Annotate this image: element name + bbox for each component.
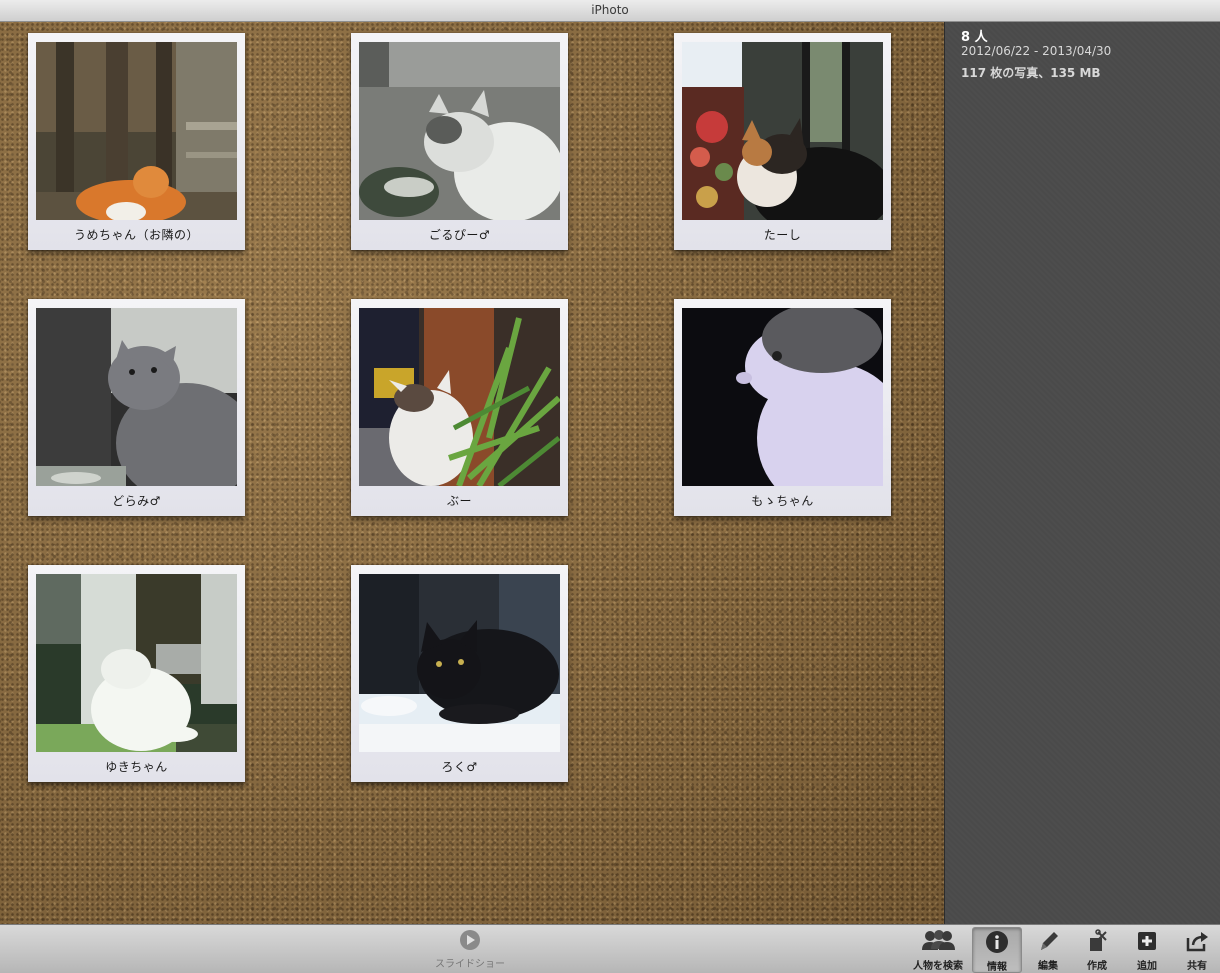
face-name: うめちゃん（お隣の） (73, 228, 199, 242)
edit-label: 編集 (1038, 961, 1058, 972)
share-icon (1184, 928, 1210, 954)
face-photo[interactable] (36, 574, 237, 752)
share-label: 共有 (1187, 961, 1207, 972)
info-button[interactable]: 情報 (972, 927, 1022, 973)
add-button[interactable]: 追加 (1125, 927, 1169, 972)
share-button[interactable]: 共有 (1175, 927, 1219, 972)
face-card[interactable]: たーし (674, 33, 891, 250)
people-icon (922, 928, 955, 954)
face-card[interactable]: ろく♂ (351, 565, 568, 782)
face-card[interactable]: もゝちゃん (674, 299, 891, 516)
bottom-toolbar: スライドショー 人物を検索 情報 編集 作成 追加 共有 (0, 924, 1220, 973)
window-title: iPhoto (591, 3, 629, 17)
photo-stats: 117 枚の写真、135 MB (961, 66, 1101, 80)
date-range: 2012/06/22 - 2013/04/30 (961, 44, 1112, 58)
face-photo[interactable] (36, 308, 237, 486)
faces-corkboard: うめちゃん（お隣の） ごるぴー♂ たーし どらみ♂ ぶー もゝちゃん ゆきちゃん… (0, 22, 944, 924)
info-label: 情報 (987, 962, 1007, 973)
face-photo[interactable] (359, 308, 560, 486)
add-icon (1134, 928, 1160, 954)
face-photo[interactable] (682, 308, 883, 486)
create-button[interactable]: 作成 (1075, 927, 1119, 972)
play-icon (459, 929, 481, 951)
create-label: 作成 (1087, 961, 1107, 972)
face-photo[interactable] (682, 42, 883, 220)
window-title-bar: iPhoto (0, 0, 1220, 22)
face-photo[interactable] (359, 574, 560, 752)
face-name: ぶー (446, 494, 472, 508)
people-count: 8 人 (961, 30, 988, 45)
face-name: たーし (763, 228, 802, 242)
pencil-icon (1035, 928, 1061, 954)
face-name: ゆきちゃん (105, 760, 168, 774)
find-people-button[interactable]: 人物を検索 (908, 927, 968, 972)
find-people-label: 人物を検索 (913, 961, 963, 972)
face-name: ろく♂ (441, 760, 478, 774)
face-name: もゝちゃん (751, 494, 814, 508)
face-card[interactable]: どらみ♂ (28, 299, 245, 516)
face-card[interactable]: ぶー (351, 299, 568, 516)
face-photo[interactable] (359, 42, 560, 220)
face-card[interactable]: ごるぴー♂ (351, 33, 568, 250)
face-photo[interactable] (36, 42, 237, 220)
edit-button[interactable]: 編集 (1026, 927, 1070, 972)
slideshow-button[interactable]: スライドショー (420, 929, 520, 970)
face-name: どらみ♂ (112, 494, 161, 508)
face-card[interactable]: うめちゃん（お隣の） (28, 33, 245, 250)
slideshow-label: スライドショー (435, 959, 505, 970)
info-panel: 8 人 2012/06/22 - 2013/04/30 117 枚の写真、135… (944, 22, 1220, 924)
create-icon (1084, 928, 1110, 954)
face-card[interactable]: ゆきちゃん (28, 565, 245, 782)
add-label: 追加 (1137, 961, 1157, 972)
face-name: ごるぴー♂ (428, 228, 491, 242)
info-icon (984, 929, 1010, 955)
